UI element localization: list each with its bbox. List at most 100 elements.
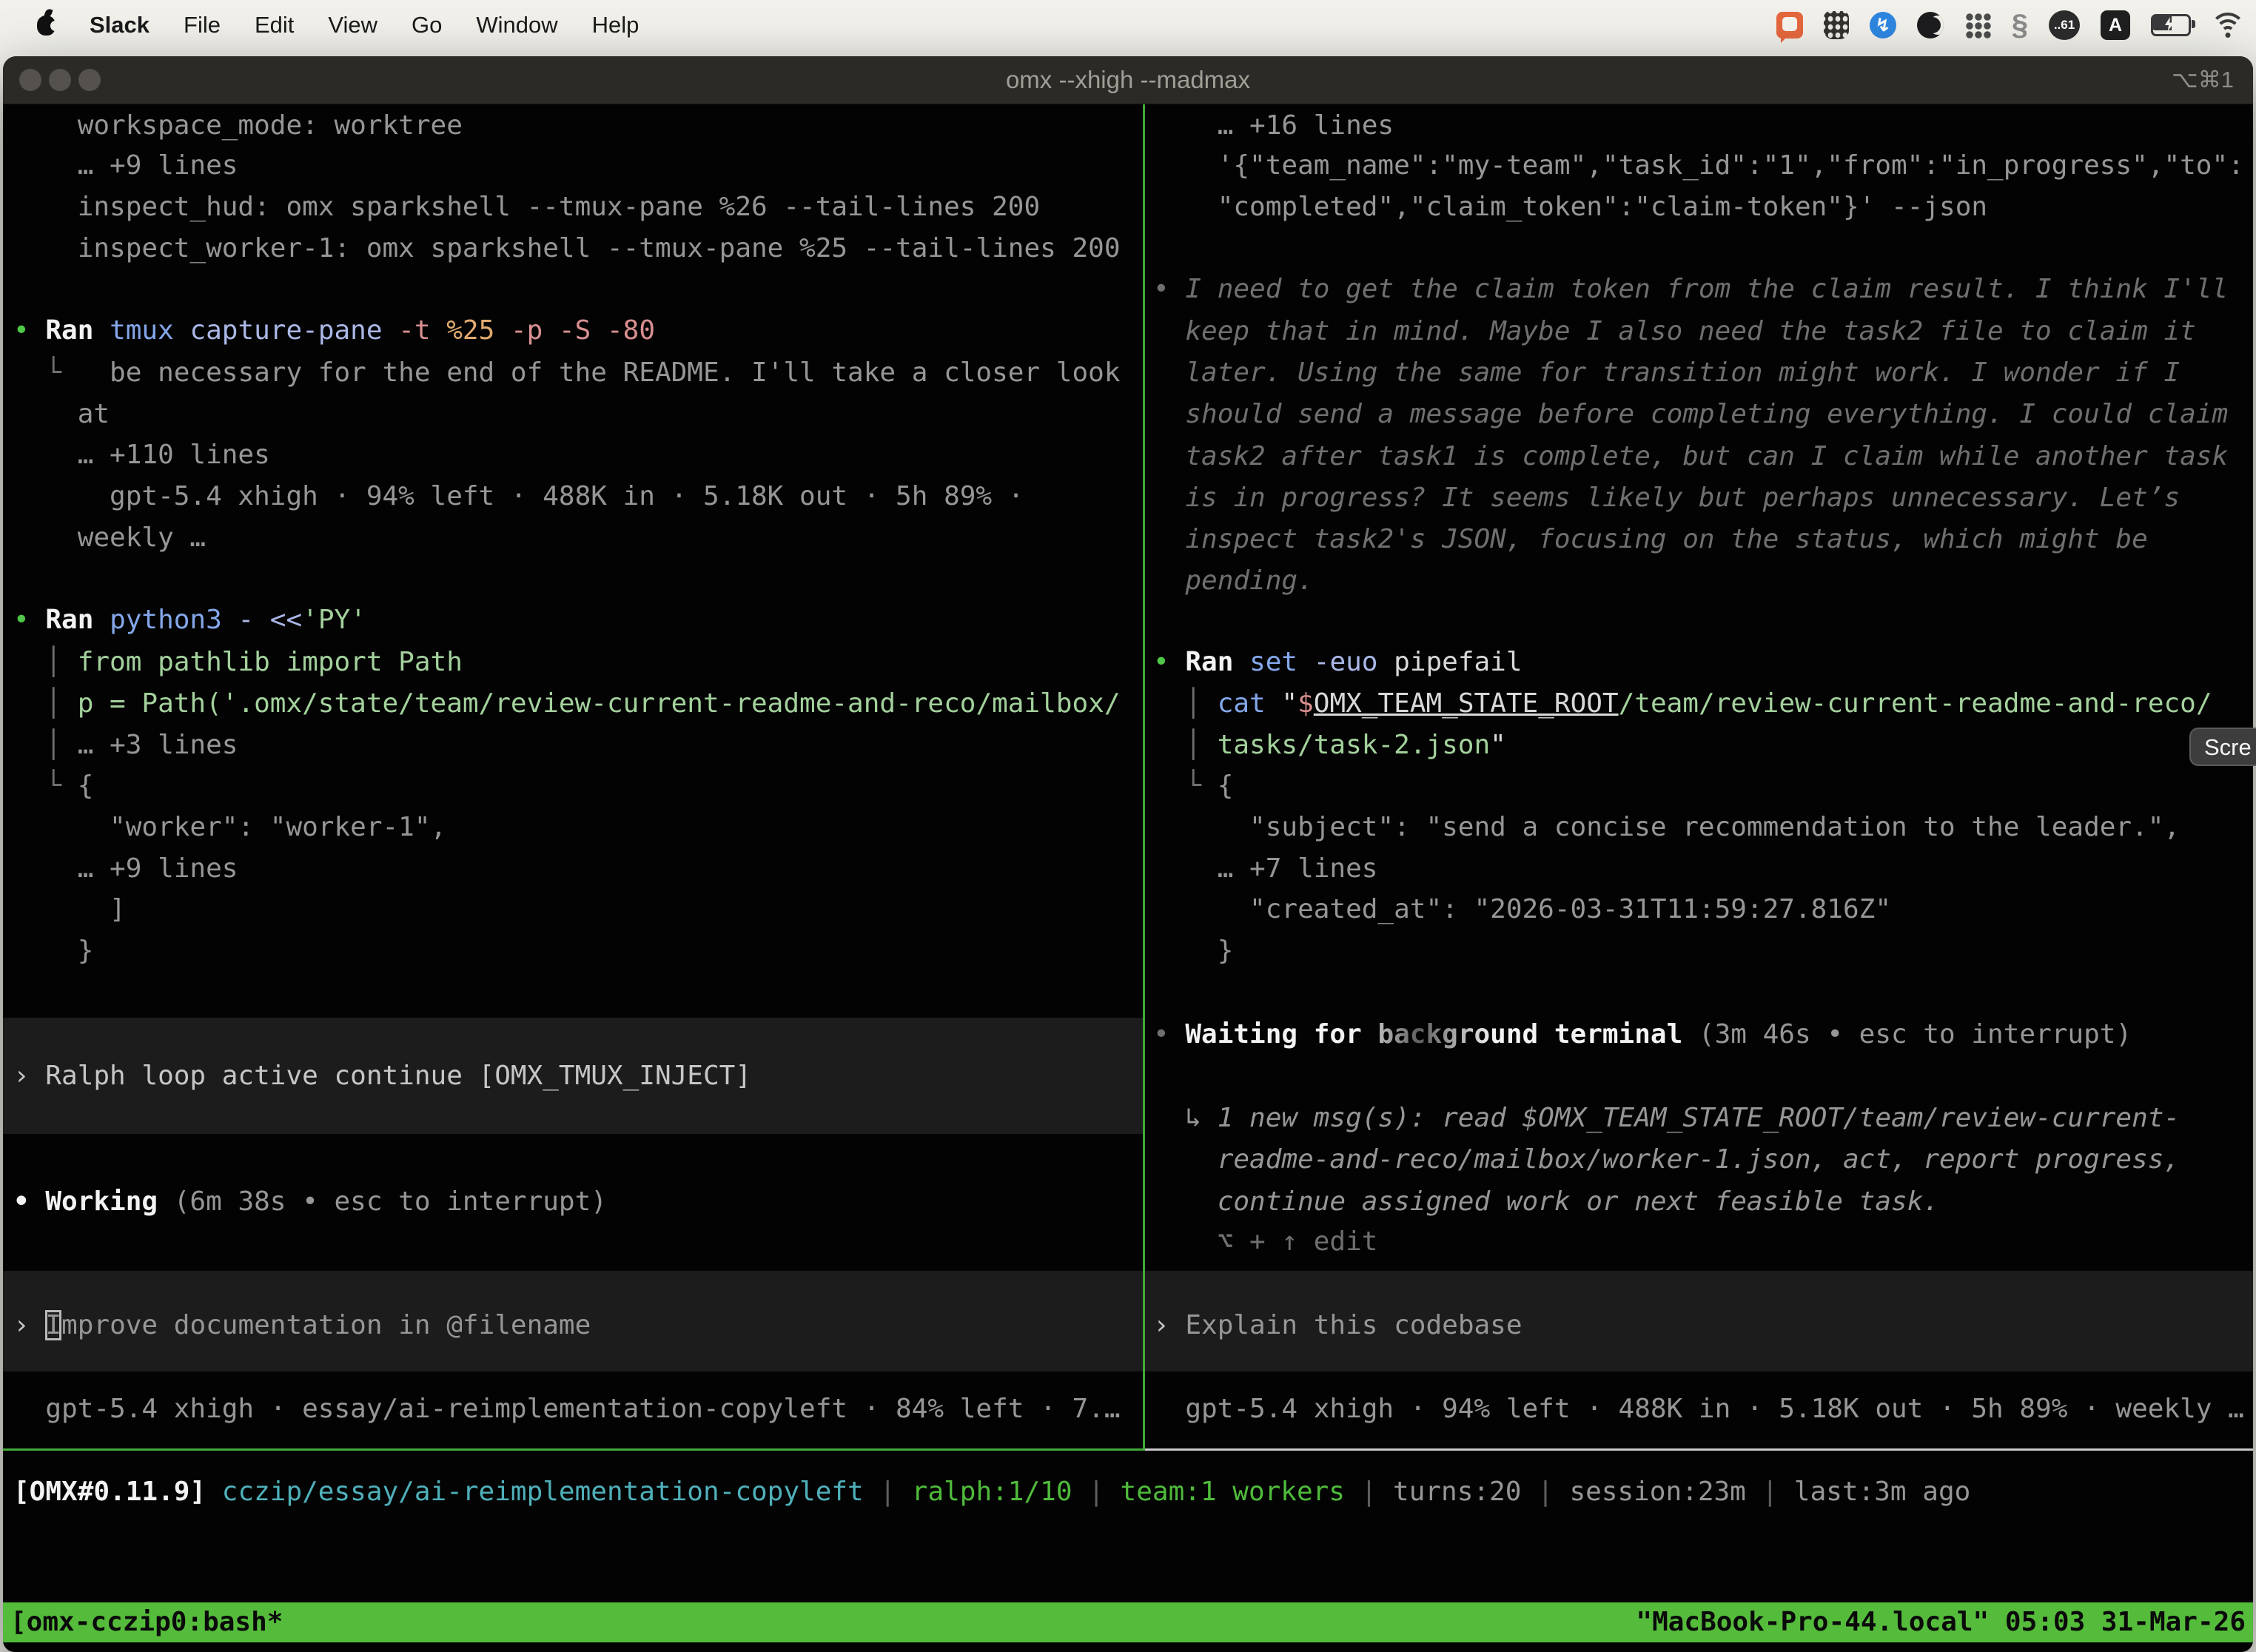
percent-badge-icon[interactable]: ..61 [2049, 10, 2080, 40]
menu-item-view[interactable]: View [328, 12, 377, 38]
text-span: python3 [93, 605, 221, 635]
chat-icon[interactable] [1776, 12, 1803, 38]
text-span: gpt-5.4 xhigh · 94% left · 488K in · 5.1… [13, 481, 1024, 511]
working-status: • Working (6m 38s • esc to interrupt) [3, 1181, 1143, 1223]
text-span: { [78, 770, 94, 801]
text-span: keep that in mind. Maybe I also need the… [1153, 316, 2196, 346]
terminal-line: … +110 lines [3, 434, 1143, 476]
prompt-input[interactable]: › Explain this codebase [1145, 1304, 2253, 1346]
menu-item-help[interactable]: Help [592, 12, 639, 38]
terminal-line: inspect_hud: omx sparkshell --tmux-pane … [3, 186, 1143, 228]
terminal-line: │ from pathlib import Path [3, 641, 1143, 683]
tmux-pane-right[interactable]: … +16 lines '{"team_name":"my-team","tas… [1145, 104, 2253, 1448]
terminal-line: … +9 lines [3, 847, 1143, 890]
text-span: … +9 lines [13, 853, 238, 884]
text-span: turns:20 [1393, 1477, 1521, 1507]
dots-grid-icon[interactable] [1964, 12, 1991, 38]
text-span: ralph:1/10 [912, 1477, 1072, 1507]
terminal-line: └ be necessary for the end of the README… [3, 352, 1143, 394]
bolt-badge-icon[interactable]: ↯ [1870, 12, 1896, 38]
text-span: at [13, 399, 110, 429]
terminal-line: • Ran set -euo pipefail [1145, 641, 2253, 683]
text-span: … +7 lines [1153, 853, 1377, 884]
menu-item-edit[interactable]: Edit [255, 12, 294, 38]
text-span: be necessary for the end of the README. … [110, 357, 1120, 388]
squiggle-icon[interactable]: § [2012, 9, 2028, 42]
terminal-line: workspace_mode: worktree [3, 104, 1143, 147]
text-span: Waiting for background terminal [1185, 1019, 1682, 1050]
text-span: tasks/task-2.json [1218, 730, 1490, 760]
text-span: should send a message before completing … [1153, 399, 2228, 429]
text-span: pipefail [1377, 647, 1522, 677]
terminal-line: └ { [3, 765, 1143, 807]
waiting-status: • Waiting for background terminal (3m 46… [1145, 1013, 2253, 1055]
text-span: › [13, 1310, 45, 1340]
text-span: $ [1297, 688, 1314, 719]
text-span: Ran [1185, 647, 1233, 677]
text-span: └ [13, 770, 78, 801]
text-span: │ [13, 647, 78, 677]
text-span: '{"team_name":"my-team","task_id":"1","f… [1153, 150, 2244, 181]
input-source-icon[interactable]: A [2101, 10, 2130, 40]
moon-badge-icon[interactable] [1917, 12, 1944, 38]
prompt-input[interactable]: › Improve documentation in @filename [3, 1304, 1143, 1346]
text-span: -p -S -80 [494, 315, 655, 346]
terminal-line: "subject": "send a concise recommendatio… [1145, 806, 2253, 848]
menu-status-icons: ↯ § ..61 A [1776, 0, 2244, 50]
terminal-line: "completed","claim_token":"claim-token"}… [1145, 186, 2253, 228]
window-shortcut-badge: ⌥⌘1 [2172, 56, 2234, 104]
terminal-line: │ … +3 lines [3, 724, 1143, 766]
text-span: gpt-5.4 xhigh · essay/ai-reimplementatio… [13, 1394, 1121, 1424]
pane-divider-vertical[interactable] [1143, 104, 1145, 1451]
text-span: p = Path('.omx/state/team/review-current… [78, 688, 1121, 719]
text-span: from pathlib import Path [78, 647, 463, 677]
text-span: session:23m [1569, 1477, 1745, 1507]
text-span: ⌥ + ↑ edit [1153, 1226, 1377, 1257]
terminal-line: continue assigned work or next feasible … [1145, 1181, 2253, 1223]
tmux-pane-left[interactable]: workspace_mode: worktree … +9 lines insp… [3, 104, 1143, 1448]
terminal-line: • Ran python3 - <<'PY' [3, 599, 1143, 641]
terminal-line: │ tasks/task-2.json" [1145, 724, 2253, 766]
text-span: task2 after task1 is complete, but can I… [1153, 441, 2228, 471]
menu-item-go[interactable]: Go [412, 12, 442, 38]
screen-overlay-button[interactable]: Scre [2189, 728, 2256, 766]
terminal-line: } [3, 930, 1143, 972]
terminal-line: "worker": "worker-1", [3, 806, 1143, 848]
window-title-bar[interactable]: omx --xhigh --madmax ⌥⌘1 [3, 56, 2253, 104]
desktop: Slack File Edit View Go Window Help ↯ § ..61 … [0, 0, 2256, 1652]
apple-menu-icon[interactable] [37, 16, 56, 36]
text-span: is in progress? It seems likely but perh… [1153, 483, 2180, 513]
terminal-line: should send a message before completing … [1145, 393, 2253, 435]
menu-app-name[interactable]: Slack [90, 12, 150, 38]
terminal-line: inspect_worker-1: omx sparkshell --tmux-… [3, 227, 1143, 269]
menu-items: Slack File Edit View Go Window Help [37, 12, 639, 38]
text-span: -euo [1297, 647, 1377, 677]
grid-shield-icon[interactable] [1824, 11, 1849, 39]
text-span: │ [1153, 730, 1218, 760]
menu-item-file[interactable]: File [184, 12, 221, 38]
text-span: ↳ 1 new msg(s): read $OMX_TEAM_STATE_ROO… [1153, 1103, 2180, 1133]
text-span: │ [13, 688, 78, 719]
text-span: Ran [45, 605, 93, 635]
text-span: inspect_worker-1: omx sparkshell --tmux-… [13, 233, 1121, 263]
text-span: (3m 46s • esc to interrupt) [1682, 1019, 2132, 1050]
battery-icon[interactable] [2151, 14, 2191, 36]
text-span: " [1490, 730, 1506, 760]
text-span: cczip/essay/ai-reimplementation-copyleft [206, 1477, 864, 1507]
terminal-line: inspect task2's JSON, focusing on the st… [1145, 518, 2253, 560]
wifi-icon[interactable] [2212, 13, 2244, 38]
text-span: … +9 lines [13, 150, 238, 181]
text-span: /team/review-current-readme-and-reco/ [1619, 688, 2212, 719]
edit-hint: ⌥ + ↑ edit [1145, 1220, 2253, 1263]
text-span: { [1218, 770, 1234, 801]
battery-bolt-icon [2163, 17, 2175, 31]
menu-item-window[interactable]: Window [476, 12, 557, 38]
tmux-session-label[interactable]: [omx-cczip0:bash* [10, 1602, 283, 1642]
text-span: gpt-5.4 xhigh · 94% left · 488K in · 5.1… [1153, 1394, 2244, 1424]
text-span: cat [1218, 688, 1266, 719]
text-span: • Working [13, 1186, 158, 1217]
terminal-line: └ { [1145, 765, 2253, 807]
terminal-line: … +7 lines [1145, 847, 2253, 890]
text-span: … +16 lines [1153, 110, 1394, 141]
text-span: | [1072, 1477, 1121, 1507]
